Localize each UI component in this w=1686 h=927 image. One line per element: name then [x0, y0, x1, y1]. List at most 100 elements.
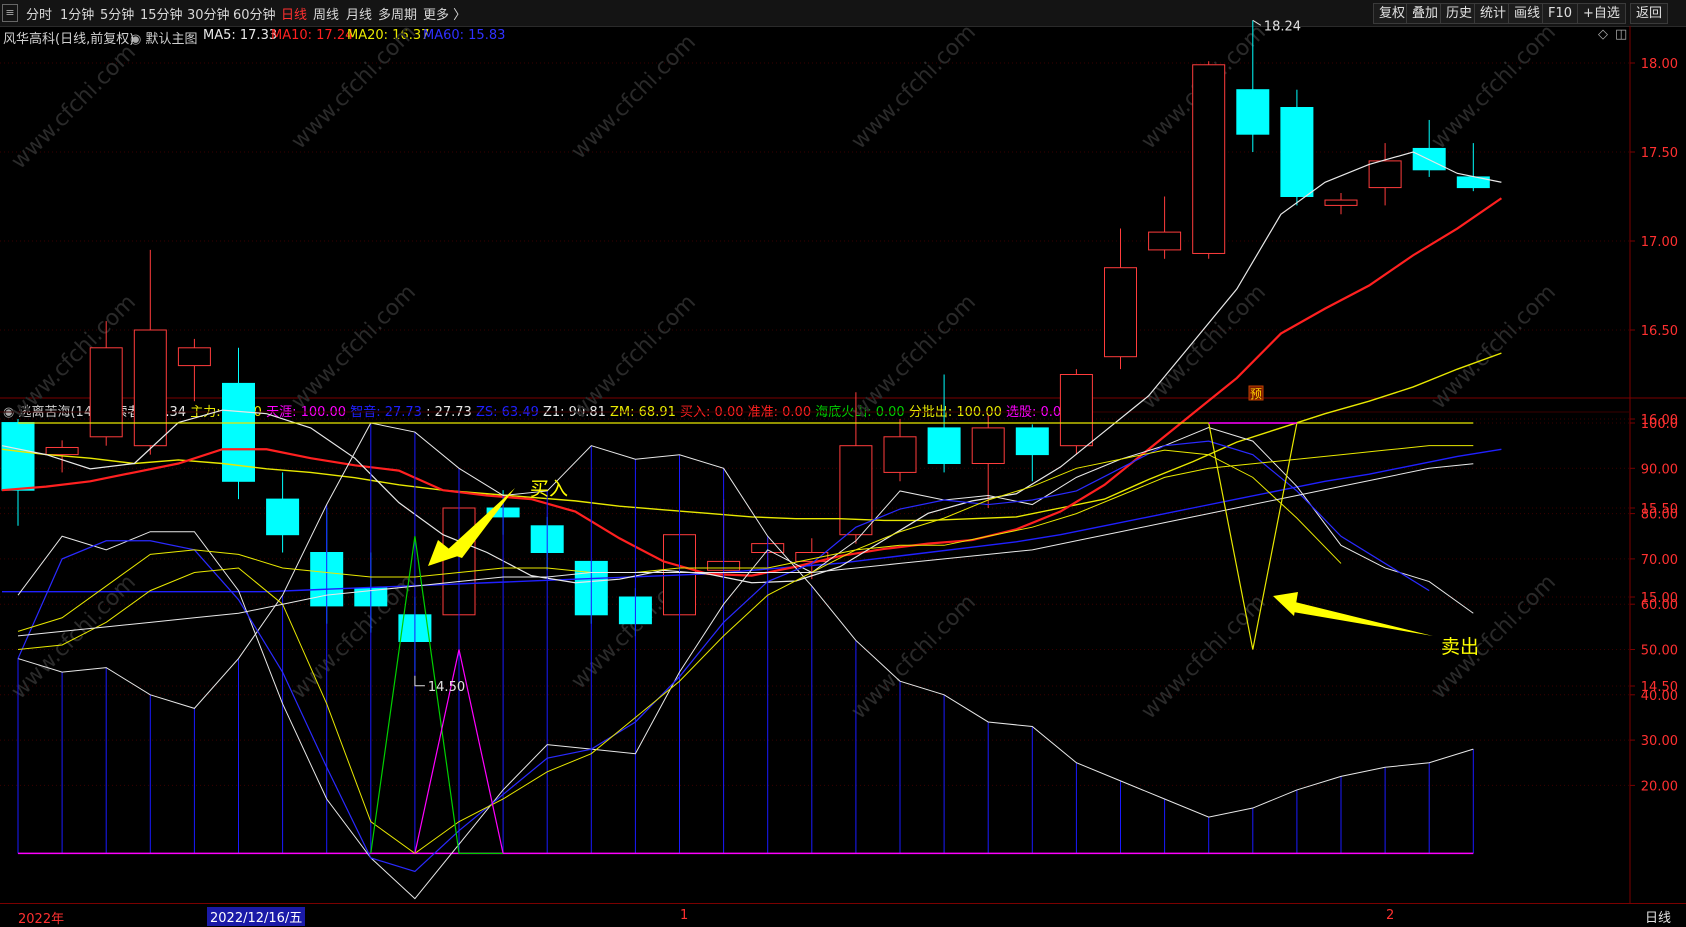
candle-body [486, 507, 520, 518]
candle [310, 508, 344, 624]
candle-body [45, 446, 79, 456]
tab-5min[interactable]: 5分钟 [100, 4, 134, 23]
candle-body [222, 382, 255, 482]
buy-value: 买入: 0.00 [680, 405, 744, 420]
candle-body [927, 427, 961, 464]
overlay-button[interactable]: 叠加 [1406, 3, 1445, 24]
candle [1192, 61, 1226, 259]
indicator-tick-label: 20.00 [1641, 779, 1678, 794]
indicator-name[interactable]: 逃离苦海(14) [18, 405, 97, 420]
zs-value: ZS: 63.49 [475, 405, 539, 420]
collapse-icon[interactable]: ≡ [2, 4, 18, 22]
pick-spike [414, 649, 504, 854]
candle-body [398, 614, 432, 642]
draw-button[interactable]: 画线 [1508, 3, 1547, 24]
watermark: www.cfchi.com [1427, 280, 1561, 414]
candle [663, 531, 696, 651]
candle [1015, 424, 1049, 482]
watermark: www.cfchi.com [847, 20, 981, 154]
f10-button[interactable]: F10 [1542, 3, 1579, 24]
zhiyin-value: 智音: 27.73 [350, 405, 422, 420]
window-icon[interactable]: ◫ [1615, 27, 1627, 42]
price-tick-label: 15.50 [1641, 502, 1678, 517]
chart-canvas: 18.00 17.50 17.00 16.50 16.00 15.50 15.00 14.50… [0, 19, 1686, 903]
blank-value: : 27.73 [426, 405, 472, 420]
tab-fenshi[interactable]: 分时 [26, 4, 52, 23]
candle-body [971, 427, 1005, 464]
candle-body [266, 498, 300, 536]
price-tick-label: 15.00 [1641, 591, 1678, 606]
candle-body [1368, 160, 1402, 189]
tab-monthly[interactable]: 月线 [346, 4, 372, 23]
month-2-label: 2 [1386, 908, 1395, 923]
batch-out-value: 分批出: 100.00 [908, 405, 1002, 420]
tab-15min[interactable]: 15分钟 [140, 4, 183, 23]
buy-arrow-head [428, 540, 458, 566]
candle-body [1412, 147, 1446, 171]
candle [1236, 20, 1270, 152]
blue-line [17, 440, 1430, 873]
candle [707, 499, 741, 580]
settings-icon[interactable]: ◉ [130, 32, 141, 47]
tab-multi-period[interactable]: 多周期 [378, 4, 417, 23]
indicator-header: ◉ 逃离苦海(14) 探索者: 57.34 主力: 94.80 天涯: 100.… [3, 401, 1069, 420]
candle [795, 538, 829, 580]
white-slow-line [17, 463, 1474, 637]
candle-body [442, 507, 476, 616]
candle [133, 249, 167, 455]
low-marker-arrow [414, 675, 425, 687]
indicator-tick-label: 70.00 [1641, 553, 1678, 568]
cursor-date-label: 2022/12/16/五 [207, 907, 306, 926]
price-tick-label: 18.00 [1641, 57, 1678, 72]
watermark: www.cfchi.com [1137, 280, 1271, 414]
watermark: www.cfchi.com [1137, 20, 1271, 154]
candle [1148, 196, 1182, 259]
yellow-mid-line [17, 449, 1342, 854]
candle [1368, 143, 1402, 206]
back-button[interactable]: 返回 [1630, 3, 1669, 24]
candle [618, 588, 652, 637]
indicator-tick-label: 60.00 [1641, 598, 1678, 613]
watermark: www.cfchi.com [287, 280, 421, 414]
pick-value: 选股: 0.00 [1006, 405, 1070, 420]
ma5-value: MA5: 17.33 [203, 28, 278, 43]
candle-body [663, 534, 696, 616]
ma20-value: MA20: 16.37 [347, 28, 430, 43]
tab-30min[interactable]: 30分钟 [187, 4, 230, 23]
yellow-top-line [18, 422, 1474, 650]
ma5-line [1, 151, 1502, 584]
candle [398, 597, 432, 672]
year-label: 2022年 [18, 912, 65, 927]
candle [1, 419, 35, 526]
ma10-line [1, 197, 1503, 577]
sell-signal-label: 卖出 [1441, 636, 1480, 658]
indicator-tick-label: 90.00 [1641, 462, 1678, 477]
top-toolbar: ≡ 分时 1分钟 5分钟 15分钟 30分钟 60分钟 日线 周线 月线 多周期… [0, 0, 1686, 27]
diamond-icon[interactable]: ◇ [1598, 27, 1608, 42]
tab-60min[interactable]: 60分钟 [233, 4, 276, 23]
candle [971, 415, 1005, 508]
main-chart-mode[interactable]: ◉ 默认主图 [130, 28, 198, 47]
tab-daily[interactable]: 日线 [281, 4, 307, 23]
candle-body [1015, 427, 1049, 456]
candle-body [133, 329, 167, 447]
tab-more[interactable]: 更多 〉 [423, 4, 466, 23]
stock-title: 风华高科(日线,前复权) [3, 32, 135, 47]
tab-weekly[interactable]: 周线 [313, 4, 339, 23]
candle-body [89, 347, 123, 438]
candle [486, 490, 520, 535]
indicator-settings-icon[interactable]: ◉ [3, 405, 14, 420]
tianti-value: 天涯: 100.00 [266, 405, 347, 420]
add-watchlist-button[interactable]: +自选 [1577, 3, 1626, 24]
price-tick-label: 14.50 [1641, 680, 1678, 695]
tab-1min[interactable]: 1分钟 [60, 4, 94, 23]
yu-badge-label: 预 [1250, 387, 1262, 401]
history-button[interactable]: 历史 [1440, 3, 1479, 24]
candle [1280, 89, 1314, 206]
candle-body [177, 347, 211, 367]
ma60-line [2, 448, 1502, 593]
candle [1104, 228, 1137, 370]
ma10-value: MA10: 17.24 [271, 28, 354, 43]
stats-button[interactable]: 统计 [1474, 3, 1513, 24]
yellow-flat-line [17, 445, 1474, 632]
